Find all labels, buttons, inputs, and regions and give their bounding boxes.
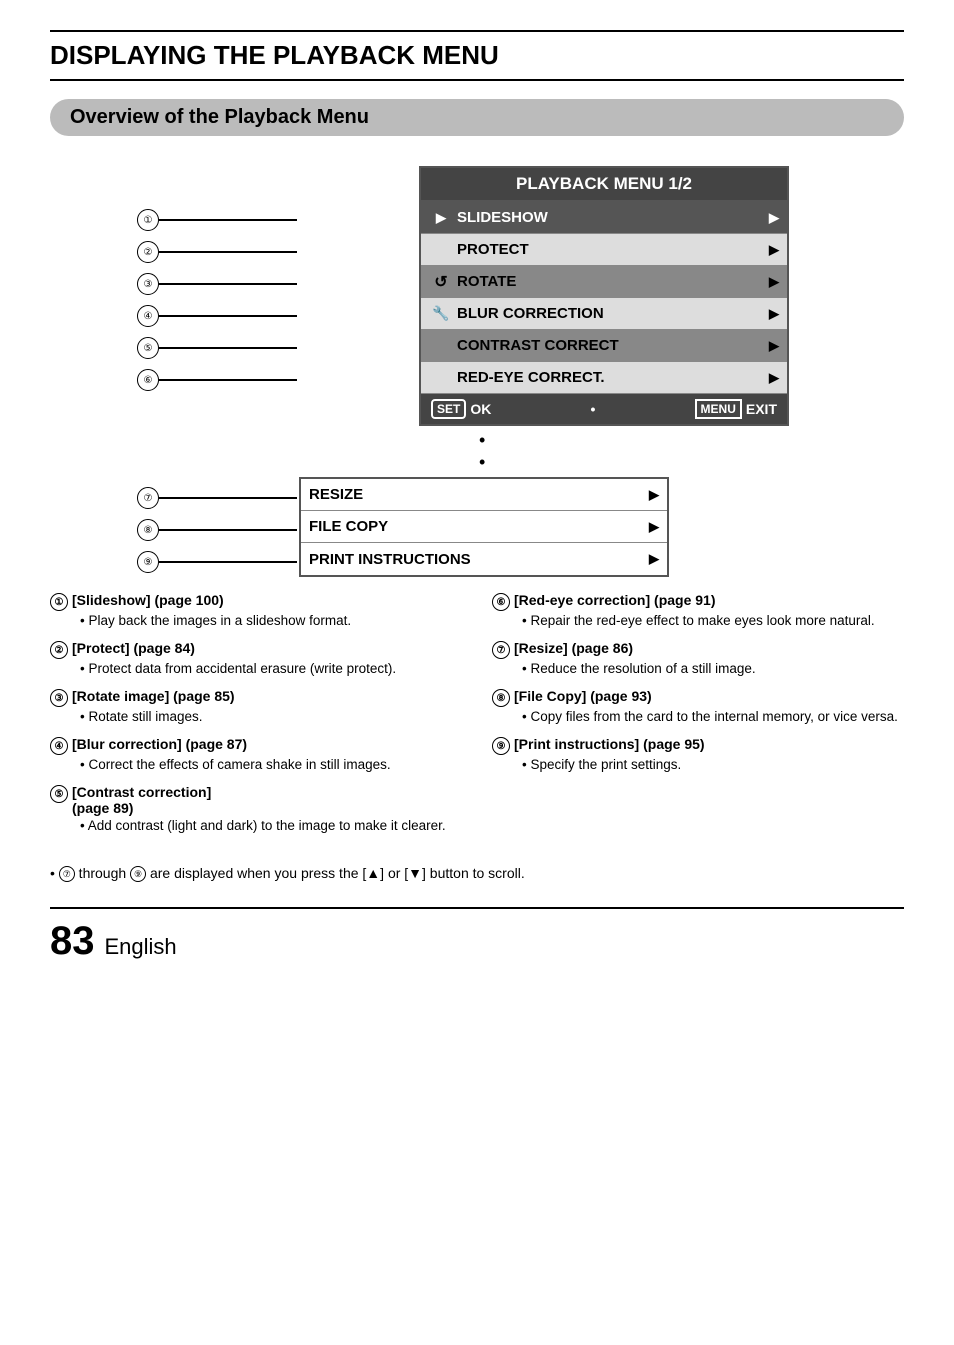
desc-5: ⑤ [Contrast correction](page 89) Add con…: [50, 784, 462, 833]
desc-8: ⑧ [File Copy] (page 93) Copy files from …: [492, 688, 904, 724]
menu-footer: SET OK • MENU EXIT: [421, 394, 787, 424]
desc-6: ⑥ [Red-eye correction] (page 91) Repair …: [492, 592, 904, 628]
below-item-filecopy[interactable]: FILE COPY ▶: [301, 511, 667, 543]
descriptions-section: ① [Slideshow] (page 100) Play back the i…: [50, 592, 904, 845]
scroll-note: • ⑦ through ⑨ are displayed when you pre…: [50, 865, 904, 882]
page-footer: 83 English: [50, 907, 904, 964]
below-item-printinstructions[interactable]: PRINT INSTRUCTIONS ▶: [301, 543, 667, 575]
exit-label: EXIT: [746, 401, 777, 417]
menu-item-rotate[interactable]: ↺ ROTATE ▶: [421, 266, 787, 298]
below-item-resize[interactable]: RESIZE ▶: [301, 479, 667, 511]
callout-row-6: ⑥: [137, 364, 297, 396]
dots-connector: ••: [137, 430, 817, 473]
desc-1: ① [Slideshow] (page 100) Play back the i…: [50, 592, 462, 628]
menu-item-contrast[interactable]: CONTRAST CORRECT ▶: [421, 330, 787, 362]
slideshow-icon: ▶: [429, 208, 453, 228]
callout-row-2: ②: [137, 236, 297, 268]
menu-item-redeye[interactable]: RED-EYE CORRECT. ▶: [421, 362, 787, 394]
desc-left-col: ① [Slideshow] (page 100) Play back the i…: [50, 592, 462, 845]
protect-icon: [429, 240, 453, 260]
desc-7: ⑦ [Resize] (page 86) Reduce the resoluti…: [492, 640, 904, 676]
left-callouts-top: ① ② ③ ④ ⑤ ⑥: [137, 204, 297, 396]
desc-right-col: ⑥ [Red-eye correction] (page 91) Repair …: [492, 592, 904, 845]
menu-box: PLAYBACK MENU 1/2 ▶ SLIDESHOW ▶ PROTECT …: [299, 166, 669, 426]
page-language: English: [105, 934, 177, 960]
callout-row-4: ④: [137, 300, 297, 332]
ok-label: OK: [470, 401, 491, 417]
callout-row-8: ⑧: [137, 514, 297, 546]
diagram-top: ① ② ③ ④ ⑤ ⑥: [137, 166, 817, 428]
menu-title: PLAYBACK MENU 1/2: [421, 168, 787, 202]
page-title: DISPLAYING THE PLAYBACK MENU: [50, 30, 904, 81]
desc-3: ③ [Rotate image] (page 85) Rotate still …: [50, 688, 462, 724]
menu-item-protect[interactable]: PROTECT ▶: [421, 234, 787, 266]
desc-9: ⑨ [Print instructions] (page 95) Specify…: [492, 736, 904, 772]
callout-row-7: ⑦: [137, 482, 297, 514]
rotate-icon: ↺: [429, 272, 453, 292]
menu-badge: MENU: [695, 399, 742, 419]
desc-4: ④ [Blur correction] (page 87) Correct th…: [50, 736, 462, 772]
page-number: 83: [50, 919, 95, 964]
below-items-box: RESIZE ▶ FILE COPY ▶ PRINT INSTRUCTIONS …: [299, 477, 669, 577]
blur-icon: 🔧: [429, 304, 453, 324]
contrast-icon: [429, 336, 453, 356]
section-header: Overview of the Playback Menu: [50, 99, 904, 136]
set-badge: SET: [431, 399, 466, 419]
callout-row-1: ①: [137, 204, 297, 236]
callout-row-3: ③: [137, 268, 297, 300]
callout-row-5: ⑤: [137, 332, 297, 364]
dot-separator: •: [590, 401, 595, 417]
diagram-bottom: ⑦ ⑧ ⑨ RESIZE ▶ FILE COPY ▶ PRIN: [137, 477, 817, 582]
menu-item-blur[interactable]: 🔧 BLUR CORRECTION ▶: [421, 298, 787, 330]
redeye-icon: [429, 368, 453, 388]
diagram-area: ① ② ③ ④ ⑤ ⑥: [137, 166, 817, 582]
left-callouts-bottom: ⑦ ⑧ ⑨: [137, 482, 297, 578]
menu-item-slideshow[interactable]: ▶ SLIDESHOW ▶: [421, 202, 787, 234]
desc-2: ② [Protect] (page 84) Protect data from …: [50, 640, 462, 676]
callout-row-9: ⑨: [137, 546, 297, 578]
